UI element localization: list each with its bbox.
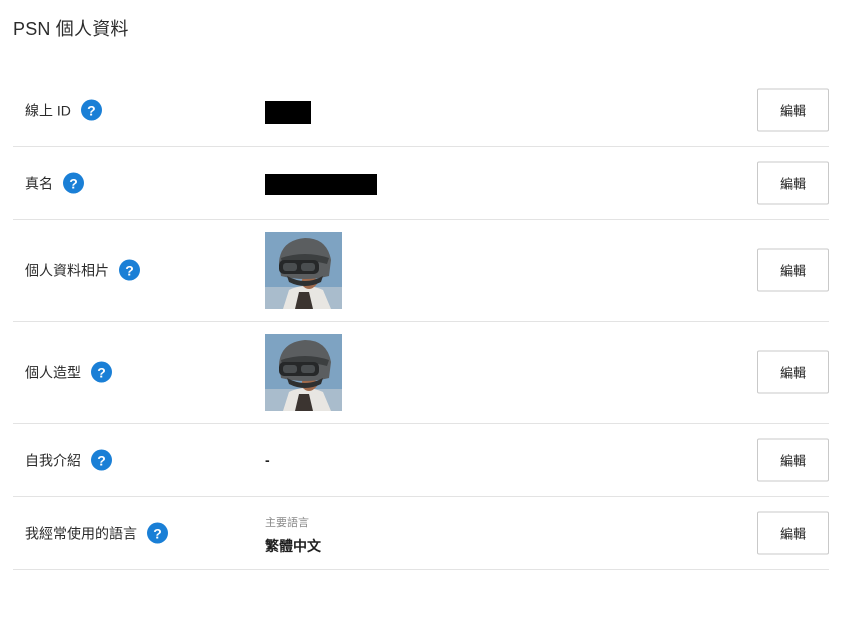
edit-languages-button[interactable]: 編輯: [757, 511, 829, 555]
avatar-label: 個人造型: [25, 364, 81, 380]
about-me-value: -: [265, 452, 270, 468]
edit-real-name-button[interactable]: 編輯: [757, 161, 829, 205]
edit-about-me-button[interactable]: 編輯: [757, 438, 829, 482]
languages-help-icon[interactable]: ?: [147, 522, 168, 544]
helmet-soldier-image: [265, 232, 342, 309]
row-online-id: 線上 ID ? 編輯: [13, 74, 829, 147]
primary-language-value: 繁體中文: [265, 538, 321, 554]
row-real-name: 真名 ? 編輯: [13, 147, 829, 220]
real-name-help-icon[interactable]: ?: [63, 172, 84, 194]
about-me-help-icon[interactable]: ?: [91, 449, 112, 471]
edit-avatar-button[interactable]: 編輯: [757, 350, 829, 394]
real-name-label: 真名: [25, 175, 53, 191]
online-id-redacted-value: [265, 101, 311, 124]
row-languages: 我經常使用的語言 ? 主要語言 繁體中文 編輯: [13, 497, 829, 570]
languages-label: 我經常使用的語言: [25, 525, 137, 541]
real-name-label-group: 真名 ?: [25, 172, 84, 194]
profile-picture-label-group: 個人資料相片 ?: [25, 259, 140, 281]
real-name-redacted-value: [265, 174, 377, 195]
about-me-label: 自我介紹: [25, 452, 81, 468]
helmet-soldier-image: [265, 334, 342, 411]
online-id-label-group: 線上 ID ?: [25, 99, 102, 121]
profile-picture-label: 個人資料相片: [25, 262, 109, 278]
edit-online-id-button[interactable]: 編輯: [757, 88, 829, 132]
online-id-label: 線上 ID: [25, 102, 71, 118]
primary-language-caption: 主要語言: [265, 517, 309, 529]
profile-picture-image: [265, 232, 342, 309]
page-title: PSN 個人資料: [13, 19, 129, 39]
row-about-me: 自我介紹 ? - 編輯: [13, 424, 829, 497]
edit-profile-picture-button[interactable]: 編輯: [757, 248, 829, 292]
row-profile-picture: 個人資料相片 ? 編輯: [13, 220, 829, 322]
languages-label-group: 我經常使用的語言 ?: [25, 522, 168, 544]
profile-picture-help-icon[interactable]: ?: [119, 259, 140, 281]
avatar-label-group: 個人造型 ?: [25, 361, 112, 383]
online-id-help-icon[interactable]: ?: [80, 99, 102, 121]
avatar-image: [265, 334, 342, 411]
about-me-label-group: 自我介紹 ?: [25, 449, 112, 471]
row-avatar: 個人造型 ? 編輯: [13, 322, 829, 424]
avatar-help-icon[interactable]: ?: [91, 361, 112, 383]
